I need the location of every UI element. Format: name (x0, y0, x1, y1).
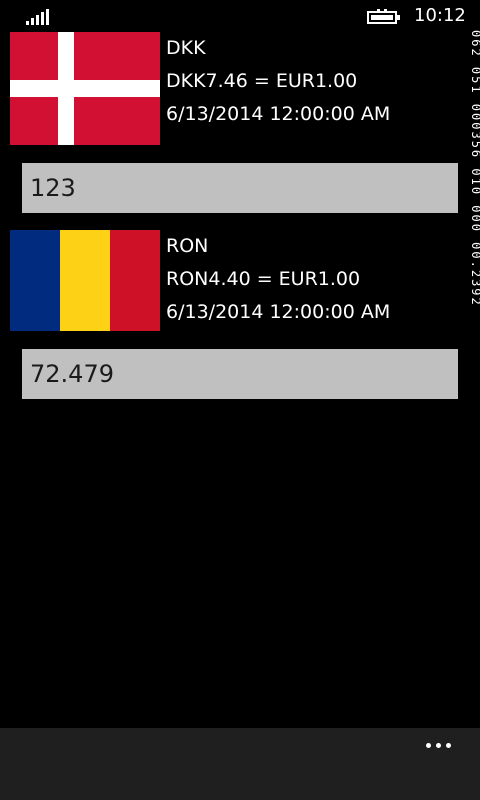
currency-code: DKK (166, 37, 206, 59)
currency-info: RON RON4.40 = EUR1.00 6/13/2014 12:00:00… (166, 230, 390, 329)
more-ellipsis-icon[interactable] (426, 736, 460, 754)
status-clock: 10:12 (414, 5, 466, 26)
signal-strength-icon (26, 9, 52, 25)
rate-date: 6/13/2014 12:00:00 AM (166, 301, 391, 323)
battery-charging-icon (367, 9, 400, 24)
amount-input-ron[interactable]: 72.479 (22, 349, 458, 399)
amount-input-dkk[interactable]: 123 (22, 163, 458, 213)
currency-info: DKK DKK7.46 = EUR1.00 6/13/2014 12:00:00… (166, 32, 390, 131)
denmark-flag (10, 32, 160, 145)
status-bar: 10:12 (0, 0, 480, 32)
currency-code: RON (166, 235, 209, 257)
exchange-rate: DKK7.46 = EUR1.00 (166, 70, 358, 92)
app-bar (0, 728, 480, 800)
side-debug-text: 062 051 000356 010 000 00.2392 (469, 30, 480, 307)
romania-flag (10, 230, 160, 331)
exchange-rate: RON4.40 = EUR1.00 (166, 268, 361, 290)
rate-date: 6/13/2014 12:00:00 AM (166, 103, 391, 125)
